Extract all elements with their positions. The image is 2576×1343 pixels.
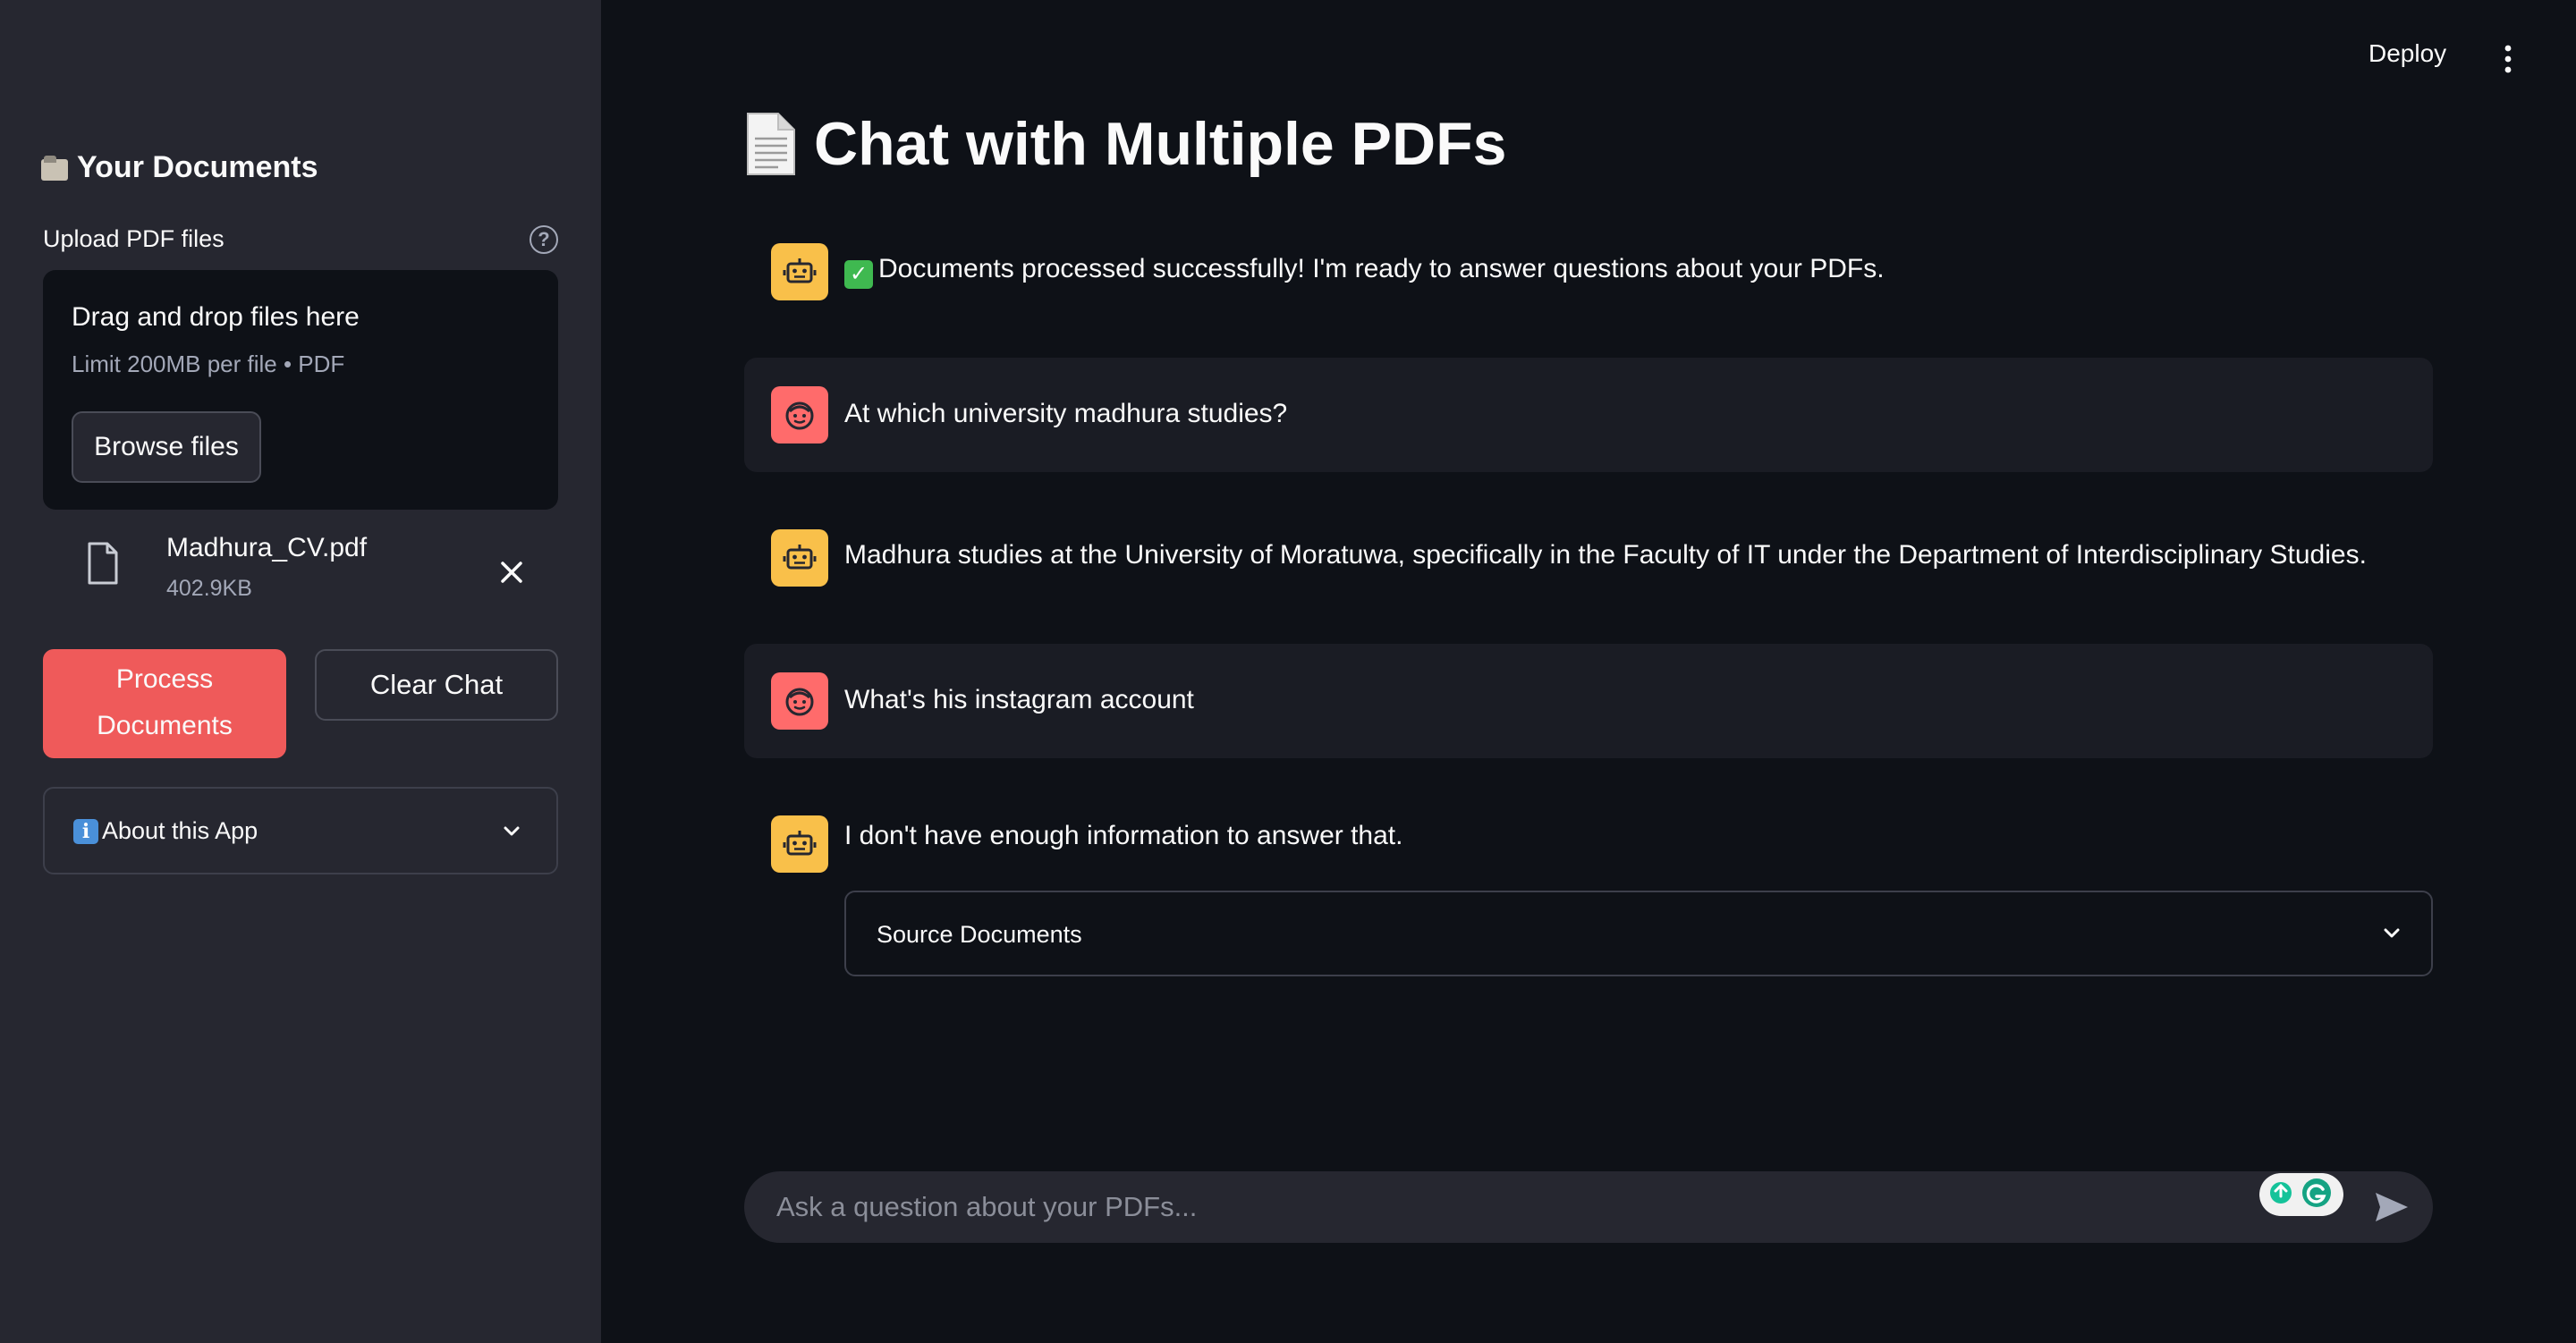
assistant-avatar <box>771 529 828 587</box>
user-face-icon <box>785 688 814 716</box>
browse-files-button[interactable]: Browse files <box>72 411 261 483</box>
sidebar-heading-text: Your Documents <box>77 150 318 184</box>
process-documents-button[interactable]: Process Documents <box>43 649 286 758</box>
source-documents-expander[interactable]: Source Documents <box>844 891 2433 976</box>
user-avatar <box>771 386 828 443</box>
chat-message-assistant: Madhura studies at the University of Mor… <box>744 517 2433 597</box>
dropzone-limit: Limit 200MB per file • PDF <box>72 351 345 377</box>
source-documents-label: Source Documents <box>877 921 1082 948</box>
check-icon: ✓ <box>844 260 873 289</box>
message-text: At which university madhura studies? <box>844 399 1288 428</box>
user-avatar <box>771 672 828 730</box>
assistant-avatar <box>771 243 828 300</box>
deploy-button[interactable]: Deploy <box>2368 39 2446 68</box>
more-vertical-icon[interactable] <box>2492 43 2524 75</box>
chat-message-assistant: ✓ Documents processed successfully! I'm r… <box>744 231 2433 311</box>
folder-icon <box>41 155 72 181</box>
uploaded-file-row: Madhura_CV.pdf 402.9KB <box>43 524 558 613</box>
close-icon[interactable] <box>494 554 530 590</box>
upload-label: Upload PDF files <box>43 225 225 252</box>
about-app-expander[interactable]: i About this App <box>43 787 558 874</box>
robot-icon <box>783 831 817 856</box>
page-title-text: Chat with Multiple PDFs <box>814 110 1507 178</box>
info-icon: i <box>73 818 98 844</box>
file-size: 402.9KB <box>166 576 252 601</box>
file-icon <box>88 542 118 585</box>
page-title: Chat with Multiple PDFs <box>742 109 1506 179</box>
sidebar: Your Documents Upload PDF files ? Drag a… <box>0 0 601 1343</box>
file-name: Madhura_CV.pdf <box>166 533 368 562</box>
message-content: Documents processed successfully! I'm re… <box>878 254 1885 283</box>
chevron-down-icon <box>2384 928 2400 938</box>
file-dropzone[interactable]: Drag and drop files here Limit 200MB per… <box>43 270 558 510</box>
robot-icon <box>783 545 817 570</box>
message-text: What's his instagram account <box>844 685 1194 714</box>
chat-message-user: At which university madhura studies? <box>744 358 2433 472</box>
sidebar-heading: Your Documents <box>41 150 318 185</box>
dropzone-title: Drag and drop files here <box>72 302 360 332</box>
chevron-down-icon <box>504 826 520 836</box>
clear-chat-button[interactable]: Clear Chat <box>315 649 558 721</box>
about-app-label: i About this App <box>73 817 258 845</box>
about-app-text: About this App <box>102 817 258 844</box>
message-text: ✓ Documents processed successfully! I'm r… <box>844 254 1885 289</box>
robot-icon <box>783 258 817 283</box>
send-icon[interactable] <box>2374 1191 2410 1223</box>
grammarly-icon[interactable] <box>2259 1173 2343 1216</box>
document-icon <box>747 113 795 175</box>
chat-message-user: What's his instagram account <box>744 644 2433 758</box>
app-root: Your Documents Upload PDF files ? Drag a… <box>0 0 2576 1343</box>
chat-input-container <box>744 1171 2433 1243</box>
assistant-avatar <box>771 815 828 873</box>
help-icon[interactable]: ? <box>530 225 558 254</box>
chat-input[interactable] <box>775 1171 2241 1243</box>
message-text: I don't have enough information to answe… <box>844 821 1403 850</box>
message-text: Madhura studies at the University of Mor… <box>844 540 2367 570</box>
user-face-icon <box>785 401 814 430</box>
